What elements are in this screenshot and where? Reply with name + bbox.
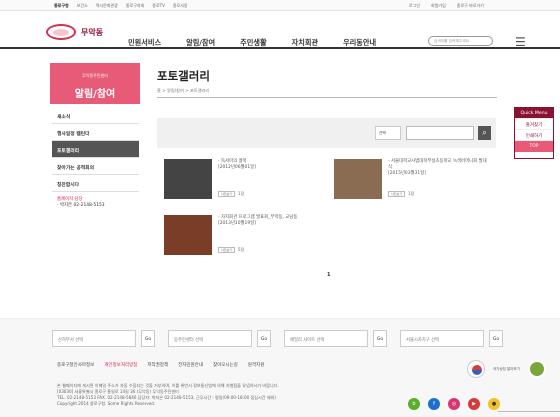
quick-menu-item[interactable]: 즐겨찾기 [515,119,553,130]
quick-menu: Quick Menu 즐겨찾기 인쇄하기 TOP [514,107,554,159]
footer-link[interactable]: 종로구청인사마정보 [57,362,94,368]
gallery-item[interactable]: - 독서미의 끓복 [2012년06월01일] 사진보기 1장 [157,154,317,200]
gallery-title: - 자치회관 프로그램 발표회_무악동, 교남동 [2013년10월19일] [218,215,298,226]
gallery-search: 선택 ⌕ [157,118,496,148]
privacy-link[interactable]: 개인정보처리방침 [104,362,137,368]
menu-icon[interactable]: ☰ [515,35,526,49]
gallery-meta: 사진보기 5장 [218,247,244,253]
shortcut-link[interactable]: 종로구 바로가기 [457,3,484,9]
utility-links: 종로구청 보건소 역사문화관광 종로구의회 종로TV 종로사랑 [54,3,188,9]
sidebar-item-active[interactable]: 포토갤러리 [52,141,139,158]
go-button[interactable]: Go [141,330,155,347]
community-center-select[interactable]: 동주민센터 선택 [168,330,252,347]
breadcrumb: 홈 > 알림/참여 > 포토갤러리 [157,88,210,93]
gallery-thumbnail[interactable] [164,215,212,255]
top-utility-bar: 종로구청 보건소 역사문화관광 종로구의회 종로TV 종로사랑 로그인 회원가입… [0,0,560,11]
instagram-icon[interactable]: ◎ [448,398,460,410]
department-select[interactable]: 산하부서 선택 [52,330,136,347]
footer-select-bar: 산하부서 선택 Go 동주민센터 선택 Go 패밀리 사이트 선택 Go 서울시… [52,330,503,347]
gallery-meta: 사진보기 1장 [388,191,414,197]
sidebar-item[interactable]: 찾아가는 공적회의 [52,158,139,175]
utility-link[interactable]: 종로사랑 [173,3,188,9]
utility-link[interactable]: 종로TV [152,3,165,9]
section-banner: 무악동주민센터 알림/참여 [50,63,140,104]
sidebar-item[interactable]: 행사일정 캘린더 [52,124,139,141]
section-subtitle: 무악동주민센터 [82,73,108,78]
footer-link[interactable]: 찾아오시는길 [213,362,238,368]
photo-gallery: - 독서미의 끓복 [2012년06월01일] 사진보기 1장 - 서울대학교사범대… [157,154,497,264]
footer-link[interactable]: 전자민원안내 [178,362,203,368]
gallery-thumbnail[interactable] [334,159,382,199]
sidebar-item[interactable]: 칭찬합시다 [52,175,139,192]
footer-links: 종로구청인사마정보 개인정보처리방침 저작권정책 전자민원안내 찾아오시는길 원… [57,362,264,368]
utility-link[interactable]: 종로구의회 [126,3,144,9]
sidebar-menu: 새소식 행사일정 캘린더 포토갤러리 찾아가는 공적회의 칭찬합시다 [52,107,139,192]
site-footer: 산하부서 선택 Go 동주민센터 선택 Go 패밀리 사이트 선택 Go 서울시… [0,318,560,417]
nav-item[interactable]: 주민생활 [240,38,266,48]
account-links: 로그인 회원가입 종로구 바로가기 [409,3,484,9]
nav-item[interactable]: 민원서비스 [128,38,161,48]
go-button[interactable]: Go [373,330,387,347]
section-title: 알림/참여 [74,89,116,100]
pagination[interactable]: 1 [327,272,330,278]
logo-mark [46,24,76,40]
utility-link[interactable]: 역사문화관광 [96,3,118,9]
quick-menu-title: Quick Menu [515,108,553,119]
gallery-title: - 서울대학교사범대학부설초등학교 녹색어머니회 발대식 [2015년03월31일… [388,159,487,176]
brand-logo[interactable]: 무악동 [46,24,103,40]
page-title: 포토갤러리 [157,69,210,83]
korean-flag-icon [467,360,485,378]
footer-badges: 국가상징 알아보기 [467,360,546,378]
site-search-input[interactable]: 검색어를 입력해주세요 [428,36,493,46]
national-symbol-link[interactable]: 국가상징 알아보기 [493,367,520,371]
site-header: 무악동 민원서비스 알림/참여 주민생활 자치회관 우리동안내 검색어를 입력해… [0,11,560,49]
facebook-icon[interactable]: f [428,398,440,410]
contact-text: - 박지은 02-2148-5153 [57,203,105,208]
sidebar-item[interactable]: 새소식 [52,107,139,124]
main-navigation: 민원서비스 알림/참여 주민생활 자치회관 우리동안내 [128,38,376,48]
nav-item[interactable]: 우리동안내 [343,38,376,48]
nav-item[interactable]: 자치회관 [292,38,318,48]
utility-link[interactable]: 종로구청 [54,3,69,9]
utility-link[interactable]: 보건소 [77,3,88,9]
gallery-meta: 사진보기 1장 [218,191,244,197]
footer-line [498,411,560,412]
gallery-item[interactable]: - 자치회관 프로그램 발표회_무악동, 교남동 [2013년10월19일] 사진… [157,210,317,256]
family-site-select[interactable]: 패밀리 사이트 선택 [284,330,368,347]
search-select[interactable]: 선택 [375,126,401,140]
go-button[interactable]: Go [489,330,503,347]
gallery-item[interactable]: - 서울대학교사범대학부설초등학교 녹색어머니회 발대식 [2015년03월31일… [327,154,487,200]
go-button[interactable]: Go [257,330,271,347]
youtube-icon[interactable]: ▶ [468,398,480,410]
kakao-icon[interactable]: ● [488,398,500,410]
certification-icon [527,360,546,378]
nav-item[interactable]: 알림/참여 [186,38,215,48]
gallery-thumbnail[interactable] [164,159,212,199]
search-button[interactable]: ⌕ [478,126,491,140]
district-select[interactable]: 서울시자치구 선택 [400,330,484,347]
top-button[interactable]: TOP [515,141,553,152]
footer-address: 본 웹페이지에 게시된 이메일 주소가 자동 수집되는 것을 거부하며, 이를 … [57,383,279,406]
blog-icon[interactable]: b [408,398,420,410]
brand-name: 무악동 [81,27,104,37]
title-divider [157,97,497,98]
login-link[interactable]: 로그인 [409,3,420,9]
sidebar-contact: 홈페이지 담당 - 박지은 02-2148-5153 [57,197,105,209]
footer-link[interactable]: 원격지원 [248,362,265,368]
gallery-title: - 독서미의 끓복 [2012년06월01일] [218,159,256,170]
footer-link[interactable]: 저작권정책 [147,362,168,368]
join-link[interactable]: 회원가입 [431,3,446,9]
social-links: b f ◎ ▶ ● [408,398,500,410]
quick-menu-item[interactable]: 인쇄하기 [515,130,553,141]
search-input[interactable] [406,126,474,140]
